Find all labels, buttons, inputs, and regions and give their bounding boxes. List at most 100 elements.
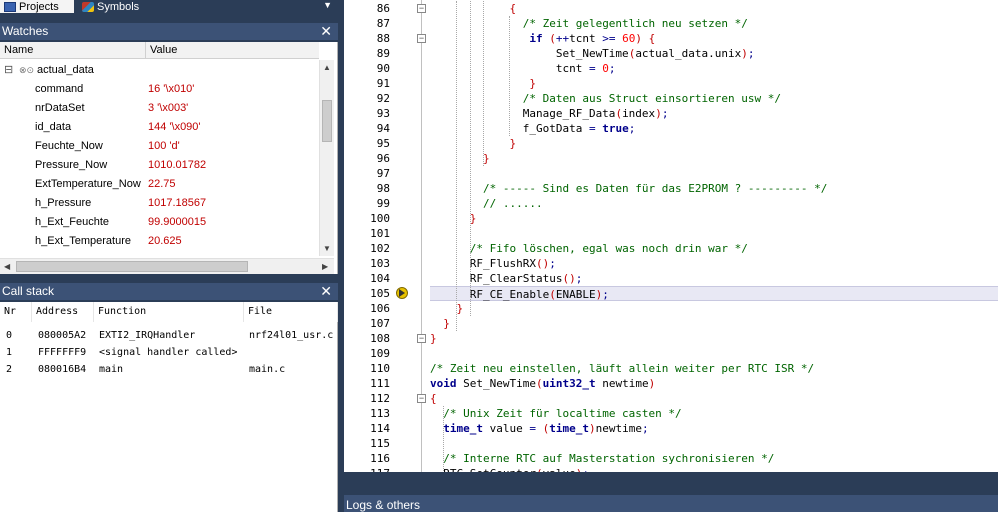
watches-close-icon[interactable]: ✕ <box>320 23 332 40</box>
line-number[interactable]: 93 <box>344 106 390 121</box>
code-line[interactable]: } <box>430 316 998 331</box>
line-number[interactable]: 111 <box>344 376 390 391</box>
line-number[interactable]: 107 <box>344 316 390 331</box>
watch-row[interactable]: h_Ext_Feuchte 99.9000015 <box>0 213 320 232</box>
callstack-column-nr[interactable]: Nr <box>0 302 32 322</box>
code-line[interactable]: f_GotData = true; <box>430 121 998 136</box>
line-number[interactable]: 89 <box>344 46 390 61</box>
code-line[interactable]: RF_ClearStatus(); <box>430 271 998 286</box>
code-line[interactable]: { <box>430 391 998 406</box>
line-number[interactable]: 97 <box>344 166 390 181</box>
fold-collapse-icon[interactable]: − <box>417 394 426 403</box>
line-number[interactable]: 102 <box>344 241 390 256</box>
callstack-column-address[interactable]: Address <box>32 302 94 322</box>
code-line[interactable]: RF_FlushRX(); <box>430 256 998 271</box>
line-number[interactable]: 91 <box>344 76 390 91</box>
code-line[interactable]: if (++tcnt >= 60) { <box>430 31 998 46</box>
line-number[interactable]: 99 <box>344 196 390 211</box>
code-line[interactable] <box>430 166 998 181</box>
code-editor[interactable]: 86 87 88 89 90 91 92 93 94 95 96 97 98 99 100 101 102 103… <box>344 0 998 472</box>
code-line[interactable]: // ...... <box>430 196 998 211</box>
code-line[interactable]: /* Fifo löschen, egal was noch drin war … <box>430 241 998 256</box>
line-number[interactable]: 109 <box>344 346 390 361</box>
line-number[interactable]: 116 <box>344 451 390 466</box>
watch-row[interactable]: h_Ext_Temperature 20.625 <box>0 232 320 251</box>
watch-row[interactable]: id_data 144 '\x090' <box>0 118 320 137</box>
tab-symbols[interactable]: Symbols <box>80 0 160 13</box>
code-line[interactable]: time_t value = (time_t)newtime; <box>430 421 998 436</box>
scroll-up-icon[interactable]: ▲ <box>323 63 331 72</box>
watches-horizontal-scrollbar[interactable]: ◀ ▶ <box>0 258 334 274</box>
watch-row[interactable]: command 16 '\x010' <box>0 80 320 99</box>
line-number[interactable]: 112 <box>344 391 390 406</box>
code-line[interactable]: void Set_NewTime(uint32_t newtime) <box>430 376 998 391</box>
code-line[interactable]: } <box>430 76 998 91</box>
code-line[interactable]: } <box>430 151 998 166</box>
watches-column-name[interactable]: Name <box>0 42 146 59</box>
callstack-close-icon[interactable]: ✕ <box>320 283 332 300</box>
line-number[interactable]: 108 <box>344 331 390 346</box>
code-line[interactable]: } <box>430 211 998 226</box>
line-number[interactable]: 92 <box>344 91 390 106</box>
vertical-scroll-thumb[interactable] <box>322 100 332 142</box>
line-number[interactable]: 88 <box>344 31 390 46</box>
line-number[interactable]: 115 <box>344 436 390 451</box>
line-number[interactable]: 100 <box>344 211 390 226</box>
code-line[interactable]: { <box>430 1 998 16</box>
line-number[interactable]: 114 <box>344 421 390 436</box>
fold-collapse-icon[interactable]: − <box>417 334 426 343</box>
code-line[interactable]: RTC_SetCounter(value); <box>430 466 998 472</box>
watch-row[interactable]: Pressure_Now 1010.01782 <box>0 156 320 175</box>
tab-projects[interactable]: Projects <box>0 0 74 13</box>
line-number[interactable]: 113 <box>344 406 390 421</box>
current-code-line[interactable]: RF_CE_Enable(ENABLE); <box>430 286 998 301</box>
code-line[interactable]: /* ----- Sind es Daten für das E2PROM ? … <box>430 181 998 196</box>
scroll-down-icon[interactable]: ▼ <box>323 244 331 253</box>
scroll-left-icon[interactable]: ◀ <box>4 262 10 271</box>
line-number[interactable]: 98 <box>344 181 390 196</box>
logs-panel-title[interactable]: Logs & others <box>344 495 998 512</box>
scroll-right-icon[interactable]: ▶ <box>322 262 328 271</box>
watch-row[interactable]: nrDataSet 3 '\x003' <box>0 99 320 118</box>
callstack-row[interactable]: 0 080005A2 EXTI2_IRQHandler nrf24l01_usr… <box>0 327 338 344</box>
line-number[interactable]: 105 <box>344 286 390 301</box>
tab-dropdown-icon[interactable]: ▼ <box>323 0 332 11</box>
code-line[interactable]: /* Daten aus Struct einsortieren usw */ <box>430 91 998 106</box>
line-number[interactable]: 117 <box>344 466 390 472</box>
watches-vertical-scrollbar[interactable]: ▲ ▼ <box>319 60 334 256</box>
code-line[interactable] <box>430 226 998 241</box>
code-line[interactable]: /* Interne RTC auf Masterstation sychron… <box>430 451 998 466</box>
watch-row[interactable]: Feuchte_Now 100 'd' <box>0 137 320 156</box>
line-number[interactable]: 96 <box>344 151 390 166</box>
callstack-row[interactable]: 1 FFFFFFF9 <signal handler called> <box>0 344 338 361</box>
code-line[interactable]: Manage_RF_Data(index); <box>430 106 998 121</box>
watch-row[interactable]: ExtTemperature_Now 22.75 <box>0 175 320 194</box>
code-line[interactable]: } <box>430 136 998 151</box>
horizontal-scroll-thumb[interactable] <box>16 261 248 272</box>
line-number[interactable]: 87 <box>344 16 390 31</box>
callstack-row[interactable]: 2 080016B4 main main.c <box>0 361 338 378</box>
callstack-column-function[interactable]: Function <box>94 302 244 322</box>
code-line[interactable]: tcnt = 0; <box>430 61 998 76</box>
line-number[interactable]: 101 <box>344 226 390 241</box>
line-number[interactable]: 106 <box>344 301 390 316</box>
callstack-column-file[interactable]: File <box>244 302 338 322</box>
line-number[interactable]: 103 <box>344 256 390 271</box>
line-number[interactable]: 94 <box>344 121 390 136</box>
code-line[interactable]: Set_NewTime(actual_data.unix); <box>430 46 998 61</box>
watches-column-value[interactable]: Value <box>146 42 319 59</box>
code-line[interactable]: /* Zeit neu einstellen, läuft allein wei… <box>430 361 998 376</box>
line-number[interactable]: 110 <box>344 361 390 376</box>
code-line[interactable]: /* Zeit gelegentlich neu setzen */ <box>430 16 998 31</box>
line-number[interactable]: 90 <box>344 61 390 76</box>
code-line[interactable]: } <box>430 301 998 316</box>
fold-collapse-icon[interactable]: − <box>417 4 426 13</box>
line-number[interactable]: 86 <box>344 1 390 16</box>
line-number[interactable]: 104 <box>344 271 390 286</box>
code-line[interactable] <box>430 436 998 451</box>
line-number[interactable]: 95 <box>344 136 390 151</box>
code-line[interactable]: } <box>430 331 998 346</box>
collapse-icon[interactable]: ⊟ <box>4 61 13 80</box>
code-line[interactable]: /* Unix Zeit für localtime casten */ <box>430 406 998 421</box>
fold-collapse-icon[interactable]: − <box>417 34 426 43</box>
